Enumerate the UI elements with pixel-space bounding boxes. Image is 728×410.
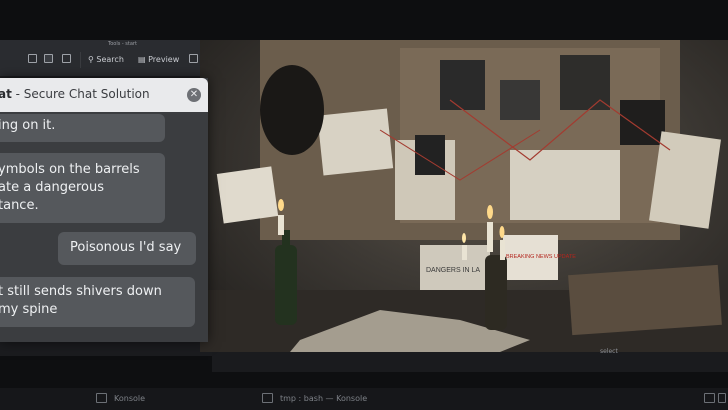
news-badge: BREAKING NEWS UPDATE (506, 254, 576, 260)
message-line: tance. (0, 198, 39, 213)
close-button[interactable]: ✕ (187, 88, 201, 102)
message-line: my spine (0, 302, 58, 317)
dark-figure (260, 65, 324, 155)
candle-flame (499, 226, 505, 238)
message-line: Poisonous I'd say (70, 240, 182, 255)
candle (500, 240, 505, 260)
candle-flame (462, 233, 466, 243)
candle-flame (487, 205, 493, 219)
newspaper-headline: DANGERS IN LA (426, 267, 480, 274)
paper-note (510, 150, 620, 220)
message-bubble-own: Poisonous I'd say (58, 232, 196, 265)
view-icons-icon[interactable] (28, 54, 37, 63)
message-bubble: ymbols on the barrels ate a dangerous ta… (0, 153, 165, 223)
preview-label: Preview (148, 55, 180, 64)
taskbar-item-konsole[interactable]: Konsole (114, 394, 145, 403)
paper-note (317, 108, 394, 176)
scene-illustration: DANGERS IN LA BREAKING NEWS UPDATE (200, 40, 728, 352)
message-line: ate a dangerous (0, 180, 105, 195)
green-bottle (275, 245, 297, 325)
chat-window: at - Secure Chat Solution ✕ ing on it. y… (0, 78, 208, 342)
search-label: Search (96, 55, 124, 64)
toolbar: Tools - start ⚲ Search ▤ Preview (0, 40, 200, 76)
view-compact-icon[interactable] (44, 54, 53, 63)
bottom-panel (212, 352, 728, 372)
candle (487, 222, 493, 252)
terminal-icon (262, 393, 273, 403)
search-button[interactable]: ⚲ Search (88, 53, 124, 67)
status-tag: select (600, 348, 618, 355)
candle (278, 215, 284, 235)
message-bubble: t still sends shivers down my spine (0, 277, 195, 327)
dark-bottle (485, 255, 507, 330)
search-icon: ⚲ (88, 55, 94, 64)
preview-button[interactable]: ▤ Preview (138, 53, 179, 67)
chat-title-bold: at (0, 87, 12, 101)
konsole-icon (96, 393, 107, 403)
top-bar (0, 0, 728, 40)
chat-title: at - Secure Chat Solution (0, 87, 150, 101)
paper-note (649, 131, 721, 229)
taskbar: Konsole tmp : bash — Konsole (0, 388, 728, 410)
photo-print (620, 100, 665, 145)
preview-icon: ▤ (138, 55, 146, 64)
tray-icon[interactable] (718, 393, 726, 403)
view-details-icon[interactable] (62, 54, 71, 63)
photo-print (500, 80, 540, 120)
chat-title-rest: - Secure Chat Solution (11, 87, 150, 101)
taskbar-item-bash-konsole[interactable]: tmp : bash — Konsole (280, 394, 367, 403)
photo-print (440, 60, 485, 110)
toolbar-separator (80, 52, 81, 68)
cardboard-box (568, 264, 722, 336)
photo-note (216, 166, 279, 224)
message-line: ing on it. (0, 118, 56, 133)
candle (462, 245, 467, 260)
clipboard-icon[interactable] (704, 393, 715, 403)
chat-titlebar[interactable]: at - Secure Chat Solution ✕ (0, 78, 208, 112)
window-title: Tools - start (108, 41, 137, 47)
close-icon: ✕ (189, 89, 199, 100)
message-line: ymbols on the barrels (0, 162, 140, 177)
split-view-icon[interactable] (189, 54, 198, 63)
message-line: t still sends shivers down (0, 284, 162, 299)
message-bubble: ing on it. (0, 114, 165, 142)
investigation-board-photo: DANGERS IN LA BREAKING NEWS UPDATE (200, 40, 728, 352)
candle-flame (278, 199, 284, 211)
